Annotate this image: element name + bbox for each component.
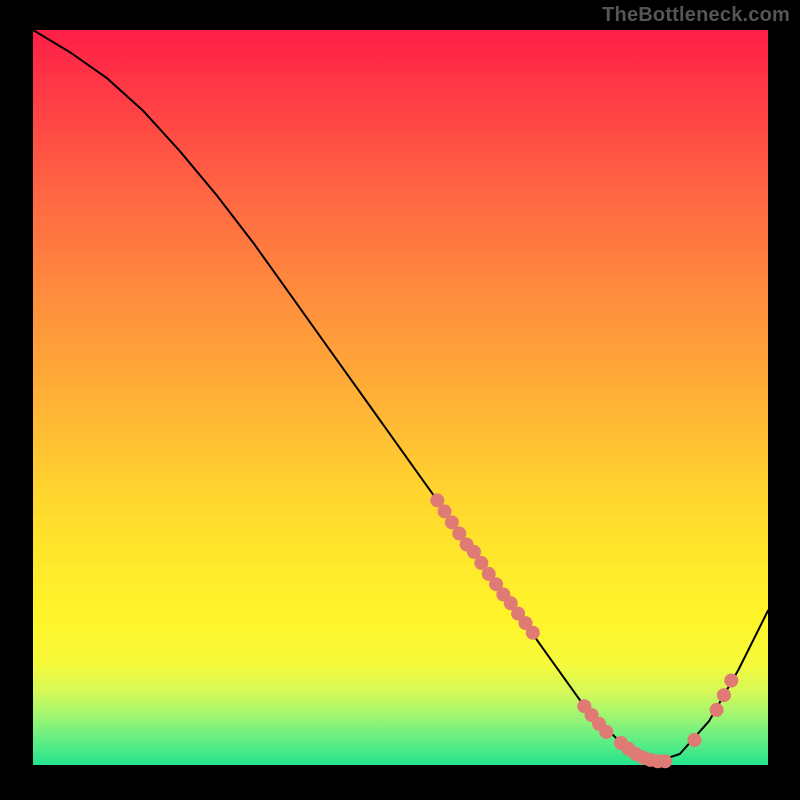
bottleneck-curve — [33, 30, 768, 761]
marker-dot — [526, 626, 540, 640]
marker-dot — [717, 688, 731, 702]
plot-overlay — [33, 30, 768, 765]
highlight-markers — [430, 493, 738, 768]
marker-dot — [658, 754, 672, 768]
marker-dot — [688, 733, 702, 747]
marker-dot — [599, 725, 613, 739]
marker-dot — [724, 674, 738, 688]
chart-frame: TheBottleneck.com — [0, 0, 800, 800]
watermark-text: TheBottleneck.com — [602, 4, 790, 27]
marker-dot — [710, 703, 724, 717]
